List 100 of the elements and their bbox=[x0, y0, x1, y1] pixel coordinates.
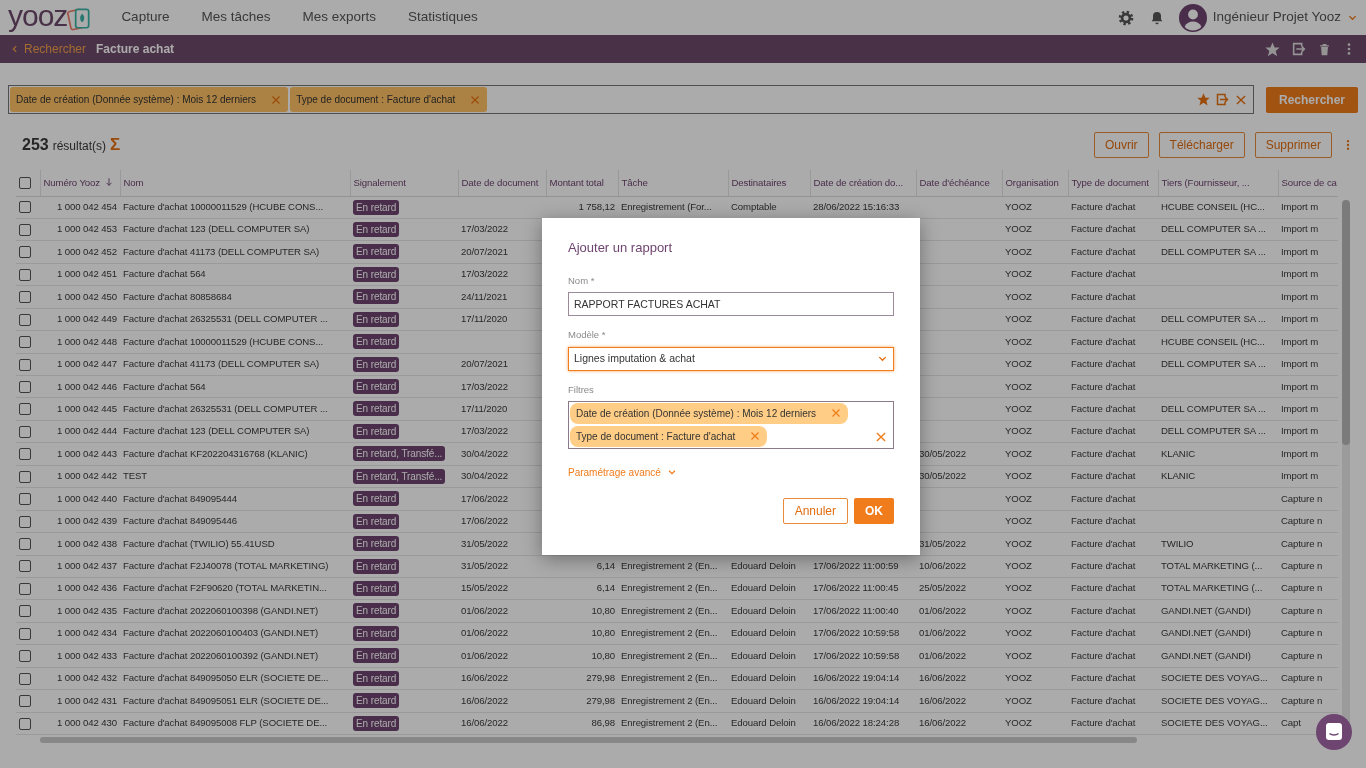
table-cell: Facture d'achat 564 bbox=[120, 263, 350, 286]
checkbox[interactable] bbox=[19, 560, 31, 573]
export-icon[interactable] bbox=[1215, 92, 1230, 107]
avatar-icon[interactable] bbox=[1178, 3, 1207, 32]
table-cell: Facture d'achat 849095008 FLP (SOCIETE DE... bbox=[120, 712, 350, 735]
table-cell: Facture d'achat bbox=[1068, 218, 1158, 241]
table-cell: DELL COMPUTER SA ... bbox=[1158, 218, 1278, 241]
status-badge: En retard bbox=[353, 244, 400, 260]
checkbox[interactable] bbox=[19, 313, 31, 326]
column-header[interactable]: Source de ca bbox=[1278, 170, 1338, 196]
table-cell: Facture d'achat 10000011529 (HCUBE CONS... bbox=[120, 330, 350, 354]
checkbox[interactable] bbox=[19, 358, 31, 371]
table-cell: 1 000 042 447 bbox=[40, 353, 120, 376]
table-cell: 10,80 bbox=[546, 622, 618, 645]
table-cell: Edouard Deloin bbox=[728, 599, 810, 623]
filter-chip[interactable]: Type de document : Facture d'achat bbox=[570, 425, 768, 447]
action-button[interactable]: Télécharger bbox=[1158, 132, 1245, 158]
column-header[interactable]: Montant total bbox=[546, 170, 618, 196]
checkbox[interactable] bbox=[19, 470, 31, 483]
chat-button[interactable] bbox=[1316, 714, 1352, 750]
advanced-settings-link[interactable]: Paramétrage avancé bbox=[568, 464, 677, 480]
user-menu-button[interactable]: Ingénieur Projet Yooz bbox=[1212, 7, 1358, 28]
close-icon[interactable] bbox=[1234, 92, 1248, 107]
checkbox[interactable] bbox=[19, 403, 31, 416]
chevron-left-icon bbox=[10, 44, 20, 54]
checkbox[interactable] bbox=[19, 717, 31, 730]
checkbox[interactable] bbox=[19, 695, 31, 708]
table-cell: 1 000 042 454 bbox=[40, 196, 120, 219]
table-cell: 1 000 042 448 bbox=[40, 330, 120, 354]
table-cell: HCUBE CONSEIL (HC... bbox=[1158, 196, 1278, 219]
text-field[interactable]: RAPPORT FACTURES ACHAT bbox=[568, 292, 894, 317]
nav-link[interactable]: Mes tâches bbox=[197, 7, 275, 28]
table-cell: Enregistrement 2 (En... bbox=[618, 622, 728, 645]
column-header[interactable]: Nom bbox=[120, 170, 350, 196]
column-header[interactable]: Date de création do... bbox=[810, 170, 916, 196]
checkbox[interactable] bbox=[19, 672, 31, 685]
nav-link[interactable]: Mes exports bbox=[298, 7, 380, 28]
checkbox[interactable] bbox=[19, 627, 31, 640]
table-cell: Import m bbox=[1278, 240, 1338, 264]
column-header[interactable]: Tiers (Fournisseur, ... bbox=[1158, 170, 1278, 196]
checkbox[interactable] bbox=[19, 223, 31, 236]
column-header[interactable]: Destinataires bbox=[728, 170, 810, 196]
column-header[interactable]: Type de document bbox=[1068, 170, 1158, 196]
checkbox[interactable] bbox=[19, 650, 31, 663]
checkbox[interactable] bbox=[19, 177, 31, 189]
table-cell: GANDI.NET (GANDI) bbox=[1158, 644, 1278, 668]
action-button[interactable]: Ouvrir bbox=[1093, 132, 1149, 158]
table-cell: Capture n bbox=[1278, 689, 1338, 713]
checkbox[interactable] bbox=[19, 582, 31, 595]
table-cell: Facture d'achat 849095051 ELR (SOCIETE DE... bbox=[120, 689, 350, 713]
table-cell: Enregistrement 2 (En... bbox=[618, 644, 728, 668]
search-filter-field[interactable]: Date de création (Donnée système) : Mois 12 derniers Type de document : Facture d'achat bbox=[8, 85, 1254, 114]
table-cell: 1 000 042 444 bbox=[40, 420, 120, 443]
table-cell: Facture d'achat 10000011529 (HCUBE CONS... bbox=[120, 196, 350, 219]
column-header[interactable]: Date d'échéance bbox=[916, 170, 1002, 196]
checkbox[interactable] bbox=[19, 381, 31, 393]
checkbox[interactable] bbox=[19, 268, 31, 281]
star-icon[interactable] bbox=[1264, 40, 1281, 58]
nav-link[interactable]: Statistiques bbox=[403, 7, 482, 28]
table-cell: Import m bbox=[1278, 218, 1338, 241]
checkbox[interactable] bbox=[19, 246, 31, 259]
checkbox[interactable] bbox=[19, 493, 31, 506]
table-cell: YOOZ bbox=[1002, 442, 1068, 466]
checkbox[interactable] bbox=[19, 448, 31, 461]
filter-chip[interactable]: Date de création (Donnée système) : Mois 12 derniers bbox=[570, 402, 849, 424]
nav-link[interactable]: Capture bbox=[117, 7, 174, 28]
field-label: Filtres bbox=[568, 382, 595, 397]
star-icon[interactable] bbox=[1196, 92, 1211, 107]
filter-chip[interactable]: Date de création (Donnée système) : Mois 12 derniers bbox=[10, 87, 289, 112]
action-button[interactable]: Supprimer bbox=[1254, 132, 1332, 158]
cancel-button[interactable]: Annuler bbox=[782, 497, 848, 524]
scrollbar[interactable] bbox=[40, 737, 1137, 743]
trash-icon[interactable] bbox=[1317, 41, 1332, 57]
filter-field[interactable]: Date de création (Donnée système) : Mois 12 derniers Type de document : Facture d'achat bbox=[568, 400, 894, 449]
checkbox[interactable] bbox=[19, 538, 31, 551]
table-cell: Import m bbox=[1278, 375, 1338, 398]
column-header[interactable]: Tâche bbox=[618, 170, 728, 196]
status-badge: En retard bbox=[353, 311, 400, 327]
settings-icon[interactable] bbox=[1116, 8, 1135, 27]
table-cell: 01/06/2022 bbox=[458, 622, 546, 645]
table-cell: 16/06/2022 bbox=[458, 667, 546, 690]
checkbox[interactable] bbox=[19, 291, 31, 304]
table-cell: 1 000 042 437 bbox=[40, 555, 120, 578]
checkbox[interactable] bbox=[19, 425, 31, 438]
filter-chip[interactable]: Type de document : Facture d'achat bbox=[290, 87, 488, 112]
close-icon[interactable] bbox=[874, 429, 888, 444]
table-cell: Facture d'achat bbox=[1068, 532, 1158, 555]
column-header[interactable]: Organisation bbox=[1002, 170, 1068, 196]
table-cell: Enregistrement 2 (En... bbox=[618, 599, 728, 623]
checkbox[interactable] bbox=[19, 336, 31, 349]
checkbox[interactable] bbox=[19, 201, 31, 214]
checkbox[interactable] bbox=[19, 605, 31, 618]
checkbox[interactable] bbox=[19, 515, 31, 528]
export-icon[interactable] bbox=[1291, 41, 1307, 57]
select-field[interactable]: Lignes imputation & achat bbox=[568, 346, 894, 371]
table-cell: Facture d'achat bbox=[1068, 397, 1158, 421]
column-header[interactable]: Date de document bbox=[458, 170, 546, 196]
field-label: Nom * bbox=[568, 274, 596, 289]
column-header[interactable]: Numéro Yooz bbox=[40, 170, 120, 196]
column-header[interactable]: Signalement bbox=[350, 170, 458, 196]
